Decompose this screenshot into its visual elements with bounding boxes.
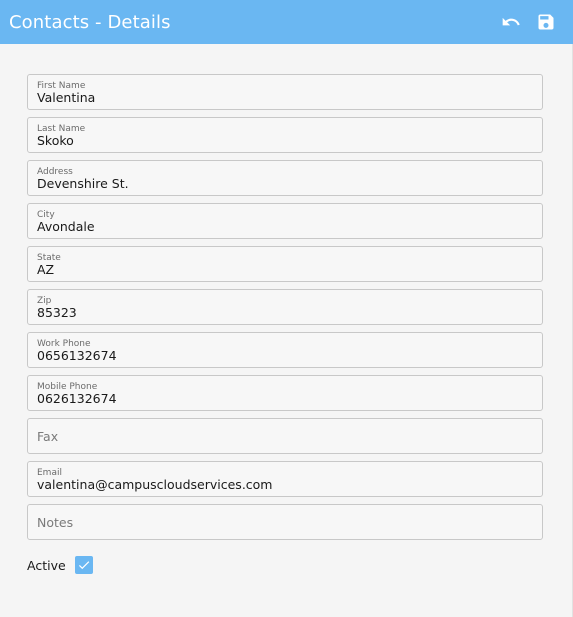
- active-label: Active: [27, 557, 66, 573]
- zip-field[interactable]: Zip: [27, 289, 543, 325]
- first-name-input[interactable]: [37, 90, 532, 105]
- address-field[interactable]: Address: [27, 160, 543, 196]
- contact-form: First Name Last Name Address City State …: [27, 74, 543, 547]
- save-button[interactable]: [535, 11, 557, 33]
- email-field[interactable]: Email: [27, 461, 543, 497]
- zip-input[interactable]: [37, 305, 532, 320]
- last-name-input[interactable]: [37, 133, 532, 148]
- fax-field[interactable]: [27, 418, 543, 454]
- state-field[interactable]: State: [27, 246, 543, 282]
- last-name-field[interactable]: Last Name: [27, 117, 543, 153]
- city-field[interactable]: City: [27, 203, 543, 239]
- address-input[interactable]: [37, 176, 532, 191]
- fax-input[interactable]: [37, 429, 532, 444]
- email-input[interactable]: [37, 477, 532, 492]
- save-icon: [538, 14, 554, 30]
- app-header: Contacts - Details: [0, 0, 573, 44]
- notes-input[interactable]: [37, 515, 532, 530]
- state-input[interactable]: [37, 262, 532, 277]
- checkmark-icon: [78, 561, 89, 570]
- first-name-field[interactable]: First Name: [27, 74, 543, 110]
- notes-field[interactable]: [27, 504, 543, 540]
- mobile-phone-input[interactable]: [37, 391, 532, 406]
- undo-icon: [502, 17, 520, 26]
- active-checkbox[interactable]: [74, 556, 93, 574]
- header-actions: [500, 11, 557, 33]
- work-phone-field[interactable]: Work Phone: [27, 332, 543, 368]
- work-phone-input[interactable]: [37, 348, 532, 363]
- undo-button[interactable]: [500, 11, 522, 33]
- city-input[interactable]: [37, 219, 532, 234]
- page-title: Contacts - Details: [9, 11, 171, 33]
- active-row: Active: [27, 556, 93, 574]
- mobile-phone-field[interactable]: Mobile Phone: [27, 375, 543, 411]
